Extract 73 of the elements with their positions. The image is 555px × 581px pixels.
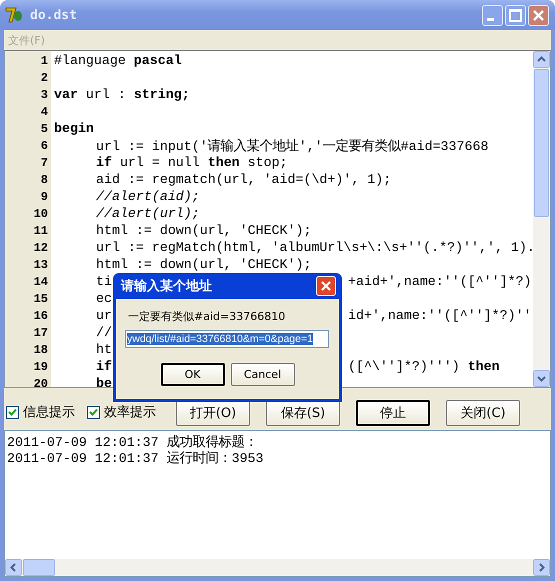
line-number: 3 bbox=[40, 88, 48, 102]
code-line: url := input('请输入某个地址','一定要有类似#aid=337668 bbox=[96, 138, 488, 154]
line-number: 10 bbox=[32, 206, 48, 220]
code-line: if bbox=[96, 359, 112, 374]
toolbar-button[interactable]: 打开(O) bbox=[176, 400, 250, 426]
line-number: 13 bbox=[32, 258, 48, 272]
line-number: 16 bbox=[32, 308, 48, 322]
code-line: #language pascal bbox=[54, 53, 182, 68]
minimize-icon bbox=[486, 18, 494, 20]
code-comment: //alert(aid); bbox=[96, 189, 200, 204]
checkbox[interactable] bbox=[87, 406, 100, 418]
line-number: 19 bbox=[32, 360, 48, 374]
close-icon bbox=[319, 279, 333, 293]
line-number: 6 bbox=[40, 138, 48, 152]
toolbar-button[interactable]: 停止 bbox=[356, 400, 430, 426]
dialog-title: 请输入某个地址 bbox=[121, 278, 212, 295]
code-line: ur bbox=[96, 308, 112, 323]
line-number: 14 bbox=[32, 274, 48, 288]
line-number: 7 bbox=[40, 156, 48, 170]
code-comment: //alert(url); bbox=[96, 206, 200, 221]
code-line: ti bbox=[96, 274, 112, 289]
line-number: 17 bbox=[32, 326, 48, 340]
maximize-icon bbox=[509, 8, 522, 22]
maximize-button[interactable] bbox=[505, 4, 526, 26]
code-line: if url = null then stop; bbox=[96, 155, 288, 170]
code-line: begin bbox=[54, 121, 94, 136]
code-line: aid := regmatch(url, 'aid=(\d+)', 1); bbox=[96, 172, 392, 187]
code-line: +aid+',name:''([^'']*?) bbox=[348, 274, 532, 289]
line-number: 4 bbox=[40, 104, 48, 118]
log-line: 2011-07-09 12:01:37 运行时间：3953 bbox=[7, 450, 265, 465]
code-line: var url : string; bbox=[54, 87, 190, 102]
minimize-button[interactable] bbox=[482, 4, 503, 26]
line-number: 2 bbox=[40, 70, 48, 84]
input-field[interactable]: ywdq/list/#aid=33766810&m=0&page=1 bbox=[125, 330, 329, 348]
scroll-thumb[interactable] bbox=[23, 559, 55, 576]
dialog-button[interactable]: Cancel bbox=[230, 363, 294, 386]
checkbox-label: 效率提示 bbox=[104, 404, 156, 421]
line-number: 1 bbox=[40, 54, 48, 68]
horizontal-scrollbar[interactable] bbox=[5, 559, 550, 576]
log-line: 2011-07-09 12:01:37 成功取得标题： bbox=[7, 434, 259, 449]
code-line: html := down(url, 'CHECK'); bbox=[96, 223, 312, 238]
window-title: do.dst bbox=[30, 8, 78, 22]
checkbox[interactable] bbox=[6, 406, 19, 418]
line-number: 5 bbox=[40, 122, 48, 136]
scroll-right-icon[interactable] bbox=[533, 559, 550, 576]
scroll-thumb[interactable] bbox=[534, 69, 549, 217]
scroll-down-icon[interactable] bbox=[533, 370, 550, 387]
code-line: html := down(url, 'CHECK'); bbox=[96, 257, 312, 272]
close-icon bbox=[533, 10, 544, 20]
dialog-button[interactable]: OK bbox=[160, 363, 224, 386]
toolbar-button[interactable]: 关闭(C) bbox=[446, 400, 520, 426]
line-number: 9 bbox=[40, 190, 48, 204]
dialog-prompt: 一定要有类似#aid=33766810 bbox=[128, 309, 286, 324]
line-number: 11 bbox=[32, 224, 48, 238]
line-number: 18 bbox=[32, 342, 48, 356]
line-number: 12 bbox=[32, 240, 48, 254]
code-line: ([^\'']*?)''') then bbox=[348, 359, 500, 374]
line-number: 8 bbox=[40, 172, 48, 186]
code-line: ht bbox=[96, 342, 112, 357]
toolbar-button[interactable]: 保存(S) bbox=[266, 400, 340, 426]
app-icon bbox=[4, 5, 24, 25]
line-number: 20 bbox=[32, 376, 48, 387]
checkbox-label: 信息提示 bbox=[23, 404, 75, 421]
code-line: be bbox=[96, 376, 112, 387]
code-line: ec bbox=[96, 291, 112, 306]
code-line: // bbox=[96, 325, 112, 340]
vertical-scrollbar[interactable] bbox=[533, 51, 550, 387]
scroll-left-icon[interactable] bbox=[5, 559, 22, 576]
scroll-up-icon[interactable] bbox=[533, 51, 550, 68]
code-line: id+',name:''([^'']*?)'' bbox=[348, 308, 532, 323]
code-line: url := regMatch(html, 'albumUrl\s+\:\s+''(.*?)'',', 1). bbox=[96, 240, 533, 255]
close-button[interactable] bbox=[528, 4, 549, 26]
line-number: 15 bbox=[32, 292, 48, 306]
